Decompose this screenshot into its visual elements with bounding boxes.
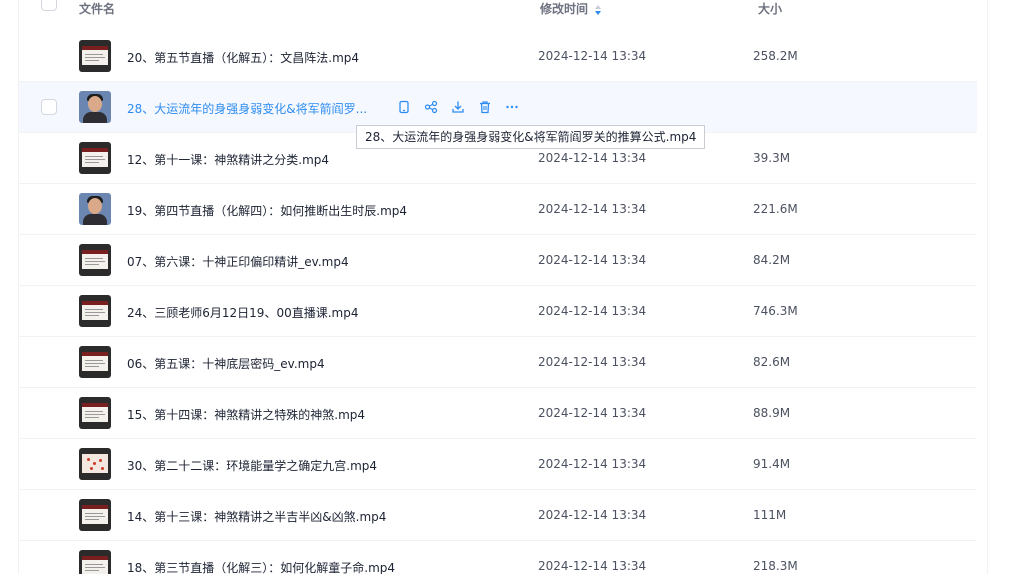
modified-time: 2024-12-14 13:34 (538, 355, 647, 369)
file-list-panel: 文件名 修改时间 大小 20、第五节直播（化解五）：文昌阵法.mp4 2024-1… (18, 0, 988, 574)
modified-time: 2024-12-14 13:34 (538, 49, 647, 63)
file-name[interactable]: 28、大运流年的身强身弱变化&将军箭阎罗... (127, 100, 367, 117)
more-icon[interactable] (503, 98, 521, 116)
file-name[interactable]: 06、第五课：十神底层密码_ev.mp4 (127, 355, 325, 372)
file-name[interactable]: 24、三顾老师6月12日19、00直播课.mp4 (127, 304, 358, 321)
file-size: 91.4M (753, 457, 791, 471)
modified-time: 2024-12-14 13:34 (538, 304, 647, 318)
filename-tooltip: 28、大运流年的身强身弱变化&将军箭阎罗关的推算公式.mp4 (356, 125, 706, 149)
file-size: 218.3M (753, 559, 798, 573)
delete-icon[interactable] (476, 98, 494, 116)
file-size: 111M (753, 508, 787, 522)
file-name[interactable]: 15、第十四课：神煞精讲之特殊的神煞.mp4 (127, 406, 365, 423)
file-size: 82.6M (753, 355, 791, 369)
row-checkbox[interactable] (41, 99, 57, 115)
file-size: 221.6M (753, 202, 798, 216)
file-name[interactable]: 19、第四节直播（化解四）：如何推断出生时辰.mp4 (127, 202, 407, 219)
phone-icon[interactable] (395, 98, 413, 116)
file-size: 258.2M (753, 49, 798, 63)
file-row[interactable]: 18、第三节直播（化解三）：如何化解童子命.mp4 2024-12-14 13:3… (19, 541, 977, 574)
file-row[interactable]: 30、第二十二课：环境能量学之确定九宫.mp4 2024-12-14 13:34 9… (19, 439, 977, 490)
modified-time: 2024-12-14 13:34 (538, 457, 647, 471)
column-header-modified-time[interactable]: 修改时间 (540, 0, 602, 17)
modified-time: 2024-12-14 13:34 (538, 151, 647, 165)
file-size: 88.9M (753, 406, 791, 420)
sort-icon[interactable] (594, 4, 602, 16)
file-row[interactable]: 07、第六课：十神正印偏印精讲_ev.mp4 2024-12-14 13:34 84… (19, 235, 977, 286)
video-thumbnail (79, 550, 111, 574)
modified-time: 2024-12-14 13:34 (538, 508, 647, 522)
video-thumbnail (79, 142, 111, 174)
video-thumbnail (79, 193, 111, 225)
file-name[interactable]: 14、第十三课：神煞精讲之半吉半凶&凶煞.mp4 (127, 508, 386, 525)
file-size: 39.3M (753, 151, 791, 165)
modified-time: 2024-12-14 13:34 (538, 253, 647, 267)
video-thumbnail (79, 244, 111, 276)
video-thumbnail (79, 397, 111, 429)
modified-time: 2024-12-14 13:34 (538, 202, 647, 216)
column-header-name[interactable]: 文件名 (79, 0, 115, 17)
select-all-checkbox[interactable] (41, 0, 57, 11)
file-name[interactable]: 07、第六课：十神正印偏印精讲_ev.mp4 (127, 253, 349, 270)
video-thumbnail (79, 448, 111, 480)
table-header: 文件名 修改时间 大小 (19, 0, 987, 22)
file-row[interactable]: 24、三顾老师6月12日19、00直播课.mp4 2024-12-14 13:34… (19, 286, 977, 337)
column-header-time-label: 修改时间 (540, 2, 589, 16)
file-size: 84.2M (753, 253, 791, 267)
file-row[interactable]: 14、第十三课：神煞精讲之半吉半凶&凶煞.mp4 2024-12-14 13:34… (19, 490, 977, 541)
file-name[interactable]: 30、第二十二课：环境能量学之确定九宫.mp4 (127, 457, 377, 474)
file-row[interactable]: 20、第五节直播（化解五）：文昌阵法.mp4 2024-12-14 13:34 25… (19, 31, 977, 82)
video-thumbnail (79, 91, 111, 123)
file-row[interactable]: 15、第十四课：神煞精讲之特殊的神煞.mp4 2024-12-14 13:34 88… (19, 388, 977, 439)
file-size: 746.3M (753, 304, 798, 318)
file-row[interactable]: 19、第四节直播（化解四）：如何推断出生时辰.mp4 2024-12-14 13:… (19, 184, 977, 235)
file-name[interactable]: 18、第三节直播（化解三）：如何化解童子命.mp4 (127, 559, 395, 574)
row-actions (395, 98, 521, 116)
file-name[interactable]: 12、第十一课：神煞精讲之分类.mp4 (127, 151, 329, 168)
modified-time: 2024-12-14 13:34 (538, 559, 647, 573)
video-thumbnail (79, 346, 111, 378)
share-icon[interactable] (422, 98, 440, 116)
file-row[interactable]: 06、第五课：十神底层密码_ev.mp4 2024-12-14 13:34 82.6… (19, 337, 977, 388)
file-name[interactable]: 20、第五节直播（化解五）：文昌阵法.mp4 (127, 49, 359, 66)
video-thumbnail (79, 499, 111, 531)
download-icon[interactable] (449, 98, 467, 116)
video-thumbnail (79, 40, 111, 72)
video-thumbnail (79, 295, 111, 327)
column-header-size[interactable]: 大小 (758, 0, 782, 17)
modified-time: 2024-12-14 13:34 (538, 406, 647, 420)
